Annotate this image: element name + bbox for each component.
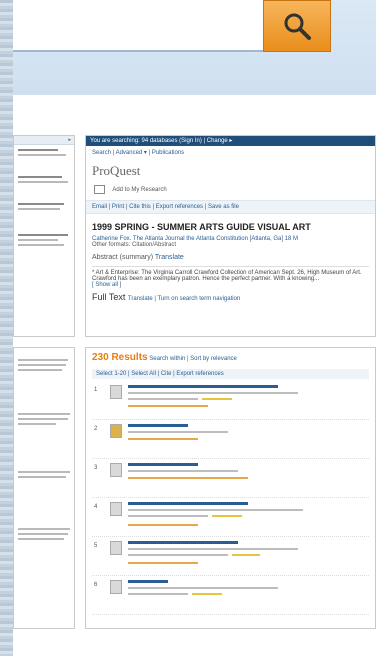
result-number: 2 [94,426,98,432]
result-line [128,470,238,472]
text-line [18,203,64,205]
result-line [128,515,208,517]
result-title[interactable] [128,463,198,466]
result-line [128,509,303,511]
add-to-research-label[interactable]: Add to My Research [112,187,166,193]
result-item[interactable]: 4 [92,498,369,537]
result-item[interactable]: 2 [92,420,369,459]
full-text-heading: Full Text [92,292,126,302]
results-count: 230 Results [92,352,148,363]
text-line [18,239,58,241]
text-line [18,413,70,415]
result-number: 5 [94,543,98,549]
result-number: 6 [94,582,98,588]
result-title[interactable] [128,502,248,505]
document-icon [110,580,122,594]
search-term-highlight [232,554,260,556]
text-line [18,176,62,178]
result-item[interactable]: 5 [92,537,369,576]
search-term-highlight [212,515,242,517]
result-title[interactable] [128,385,278,388]
result-item[interactable]: 6 [92,576,369,615]
text-line [18,359,68,361]
document-icon [110,463,122,477]
text-line [18,418,68,420]
result-line [128,548,298,550]
result-item[interactable]: 1 [92,381,369,420]
search-button[interactable] [263,0,331,52]
text-line [18,234,68,236]
abstract-text: * Art & Enterprise: The Virginia Carroll… [92,270,362,282]
cropped-search-results-panel: ▸ [13,135,75,337]
document-toolbar[interactable]: Email | Print | Cite this | Export refer… [86,200,375,214]
add-to-research-checkbox[interactable] [94,185,105,194]
result-links[interactable] [128,477,248,479]
document-icon [110,385,122,399]
document-icon [110,541,122,555]
result-links[interactable] [128,405,208,407]
text-line [18,471,70,473]
text-line [18,423,56,425]
text-line [18,533,68,535]
result-links[interactable] [128,524,198,526]
result-line [128,392,298,394]
text-line [18,181,68,183]
search-results-panel: 230 Results Search within | Sort by rele… [85,347,376,629]
abstract-label: Abstract (summary) [92,254,154,261]
text-line [18,154,66,156]
text-line [18,244,64,246]
result-title[interactable] [128,580,168,583]
search-nav[interactable]: Search | Advanced ▾ | Publications [86,146,375,159]
result-links[interactable] [128,438,198,440]
divider [92,266,369,267]
proquest-document-panel: You are searching: 94 databases (Sign In… [85,135,376,337]
text-line [18,364,66,366]
search-term-highlight [202,398,232,400]
translate-link[interactable]: Translate [155,254,184,261]
text-line [18,476,66,478]
result-item[interactable]: 3 [92,459,369,498]
document-icon [110,502,122,516]
left-decorative-border [0,0,13,656]
text-line [18,538,64,540]
search-input[interactable] [13,0,263,52]
cropped-article-panel [13,347,75,629]
document-title: 1999 SPRING - SUMMER ARTS GUIDE VISUAL A… [92,222,311,232]
result-title[interactable] [128,541,238,544]
proquest-logo: ProQuest [92,163,141,178]
result-title[interactable] [128,424,188,427]
result-line [128,554,228,556]
result-number: 4 [94,504,98,510]
search-icon [284,13,311,40]
result-number: 3 [94,465,98,471]
full-text-links[interactable]: Translate | Turn on search term navigati… [128,296,240,302]
result-links[interactable] [128,562,198,564]
text-line [18,369,62,371]
search-term-highlight [192,593,222,595]
result-line [128,431,228,433]
results-links[interactable]: Search within | Sort by relevance [149,356,237,362]
text-line [18,208,60,210]
results-toolbar[interactable]: Select 1-20 | Select All | Cite | Export… [92,369,369,379]
panel-header: ▸ [14,136,74,145]
result-line [128,398,198,400]
result-line [128,593,188,595]
text-line [18,528,70,530]
database-bar[interactable]: You are searching: 94 databases (Sign In… [86,136,375,146]
result-line [128,587,278,589]
book-icon [110,424,122,438]
text-line [18,149,58,151]
result-number: 1 [94,387,98,393]
